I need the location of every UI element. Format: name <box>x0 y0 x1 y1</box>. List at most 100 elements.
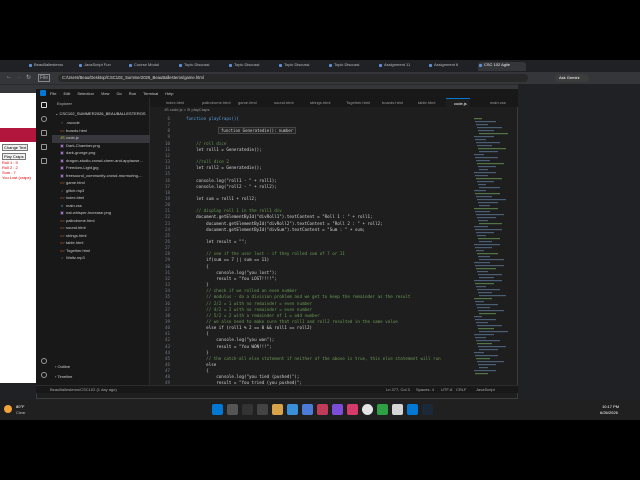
editor-tab[interactable]: table.html <box>410 98 438 107</box>
weather-icon[interactable] <box>4 405 12 413</box>
minimap-line <box>479 169 488 171</box>
app-icon[interactable] <box>392 404 403 415</box>
file-item[interactable]: <>table.html <box>52 240 150 248</box>
source-control-icon[interactable] <box>41 130 47 136</box>
file-item[interactable]: <>index.html <box>52 195 150 203</box>
editor-tab[interactable]: boards.html <box>374 98 406 107</box>
browser-tab[interactable]: Topic Discussi <box>178 62 226 71</box>
extensions-icon[interactable] <box>41 158 47 164</box>
account-icon[interactable] <box>41 358 47 364</box>
search-icon[interactable] <box>41 116 47 122</box>
file-explorer-icon[interactable] <box>272 404 283 415</box>
address-bar[interactable]: C:/Users/Beau/Desktop/CSC102_Summer2026_… <box>58 74 528 82</box>
clock-time[interactable]: 10:17 PM <box>602 404 619 409</box>
status-position[interactable]: Ln 377, Col 3 <box>386 387 410 392</box>
file-item[interactable]: # main.css <box>52 203 150 211</box>
project-folder[interactable]: ⌄ CSC102_SUMMER2026_BEAUBALLESTEROS <box>55 111 146 116</box>
back-icon[interactable]: ← <box>6 74 12 80</box>
clock-date[interactable]: 6/26/2026 <box>600 410 618 415</box>
minimap-line <box>478 238 500 240</box>
weather-temp[interactable]: 80°F <box>16 404 25 409</box>
editor-tab[interactable]: sound.html <box>266 98 297 107</box>
file-item[interactable]: <>strings.html <box>52 233 150 241</box>
vscode-taskbar-icon[interactable] <box>407 404 418 415</box>
code-editor[interactable]: 6 function playCraps(){7 8 9 10 // roll dice… <box>150 114 480 392</box>
play-craps-button[interactable]: Play Craps <box>2 153 26 160</box>
reload-icon[interactable]: ↻ <box>26 74 31 81</box>
status-spaces[interactable]: Spaces: 4 <box>416 387 434 392</box>
code-line: } <box>186 349 209 355</box>
editor-tab[interactable]: main.css <box>482 98 509 107</box>
search-taskbar-icon[interactable] <box>227 404 238 415</box>
file-item[interactable]: <>game.html <box>52 180 150 188</box>
breadcrumb[interactable]: JS code.js > ⊘ playCraps <box>150 107 510 114</box>
xbox-icon[interactable] <box>377 404 388 415</box>
browser-tab[interactable]: BeauBallesteros <box>28 62 76 71</box>
file-item[interactable]: ▣ Freedom-Light.jpg <box>52 165 150 173</box>
status-language[interactable]: JavaScript <box>476 387 495 392</box>
menu-view[interactable]: View <box>101 91 110 96</box>
media-icon[interactable] <box>347 404 358 415</box>
minimap[interactable] <box>472 118 510 378</box>
editor-tab[interactable]: palindrome.html <box>194 98 233 107</box>
app-icon[interactable] <box>317 404 328 415</box>
menu-terminal[interactable]: Terminal <box>143 91 158 96</box>
browser-tab[interactable]: Assignment 6 <box>428 62 476 71</box>
file-item[interactable]: ▣ freesound_community-crowd-murmuring-... <box>52 173 150 181</box>
task-view-icon[interactable] <box>242 404 253 415</box>
outline-section[interactable]: › Outline <box>55 364 70 369</box>
editor-tab[interactable]: Together.html <box>338 98 373 107</box>
minimap-line <box>476 286 486 288</box>
file-item[interactable]: ▣ nat-whisper-increase.png <box>52 210 150 218</box>
browser-tab[interactable]: Topic Discussi <box>278 62 326 71</box>
file-item[interactable]: <>palindrome.html <box>52 218 150 226</box>
forward-icon[interactable]: → <box>16 74 22 80</box>
weather-desc: Clear <box>16 410 26 415</box>
file-item[interactable]: <>boards.html <box>52 128 150 136</box>
change-text-button[interactable]: Change Text <box>2 144 29 151</box>
file-item[interactable]: ▣ dark-grunge.png <box>52 150 150 158</box>
menu-go[interactable]: Go <box>116 91 121 96</box>
file-item[interactable]: ♪ glitch.mp3 <box>52 188 150 196</box>
file-item[interactable]: <>sound.html <box>52 225 150 233</box>
timeline-section[interactable]: › Timeline <box>55 374 72 379</box>
menu-run[interactable]: Run <box>129 91 136 96</box>
browser-tab[interactable]: Course Modul <box>128 62 176 71</box>
status-git[interactable]: BeauBallesteros/CSC102 (1 day ago) <box>50 387 117 392</box>
mail-icon[interactable] <box>302 404 313 415</box>
app-icon[interactable] <box>332 404 343 415</box>
menu-edit[interactable]: Edit <box>63 91 70 96</box>
menu-help[interactable]: Help <box>165 91 173 96</box>
windows-start-icon[interactable] <box>212 404 223 415</box>
file-item[interactable]: ▣ dragon-studio-crowd-cheer-and-applause.… <box>52 158 150 166</box>
editor-tab[interactable]: index.html <box>158 98 187 107</box>
file-item[interactable]: › .vscode <box>52 120 150 128</box>
menu-selection[interactable]: Selection <box>77 91 93 96</box>
ask-gemini-button[interactable]: Ask Gemini <box>555 74 589 82</box>
file-item[interactable]: <>Together.html <box>52 248 150 256</box>
steam-icon[interactable] <box>422 404 433 415</box>
minimap-line <box>475 355 498 357</box>
browser-tab[interactable]: Assignment 11 <box>378 62 426 71</box>
explorer-icon[interactable] <box>41 102 47 108</box>
browser-tab[interactable]: Topic Discussi <box>328 62 376 71</box>
file-item[interactable]: JScode.js <box>52 135 150 143</box>
editor-tab[interactable]: game.html <box>230 98 260 107</box>
status-eol[interactable]: CRLF <box>456 387 466 392</box>
editor-tab[interactable]: strings.html <box>302 98 333 107</box>
widgets-icon[interactable] <box>257 404 268 415</box>
edge-icon[interactable] <box>287 404 298 415</box>
file-type-icon: ▣ <box>60 157 64 163</box>
browser-tab[interactable]: Topic Discussi <box>228 62 276 71</box>
file-item[interactable]: ▣ Dark-Chamber.png <box>52 143 150 151</box>
settings-gear-icon[interactable] <box>41 372 47 378</box>
minimap-line <box>479 313 496 315</box>
chrome-icon[interactable] <box>362 404 373 415</box>
run-debug-icon[interactable] <box>41 144 47 150</box>
editor-tab[interactable]: code.js <box>446 98 470 107</box>
browser-tab[interactable]: CSC 102 Agile <box>478 62 526 71</box>
browser-tab[interactable]: JavaScript Fun <box>78 62 126 71</box>
status-encoding[interactable]: UTF-8 <box>441 387 452 392</box>
menu-file[interactable]: File <box>50 91 56 96</box>
file-item[interactable]: ♪ Waltz.mp3 <box>52 255 150 263</box>
